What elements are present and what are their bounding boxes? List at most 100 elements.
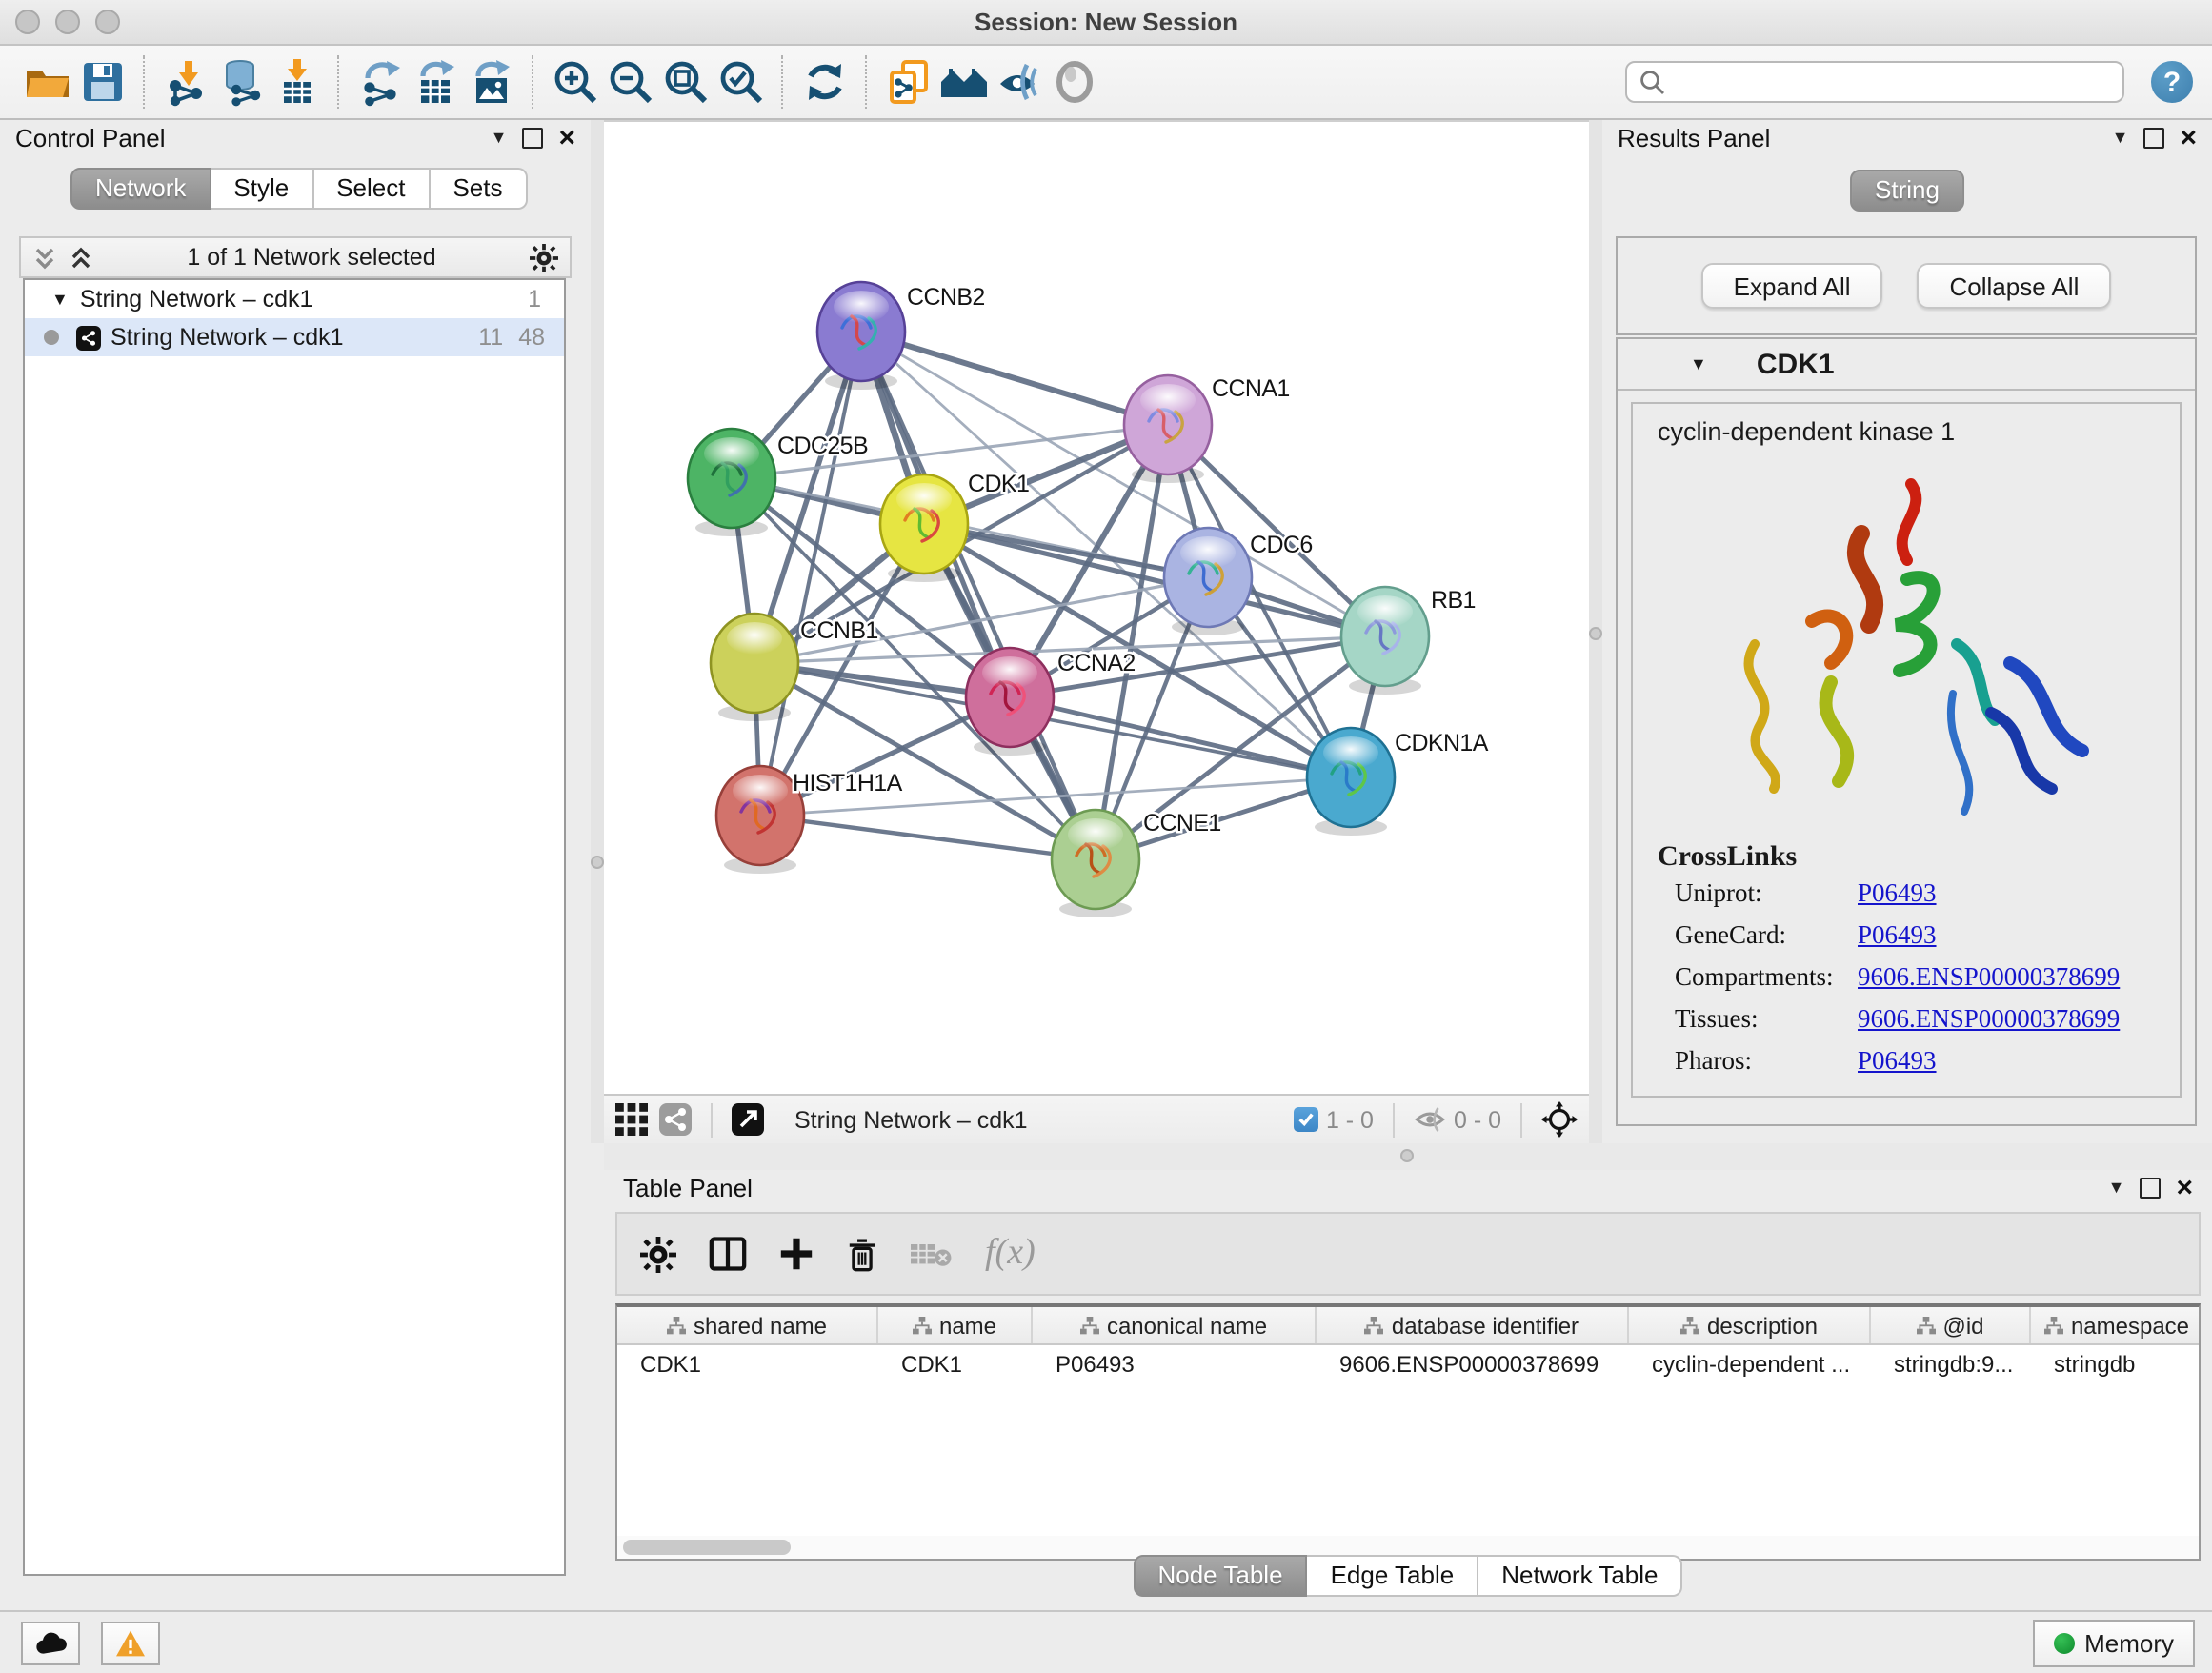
panel-menu-icon[interactable]: ▼	[2112, 128, 2129, 147]
network-collection-row[interactable]: ▼ String Network – cdk1 1	[25, 280, 564, 318]
search-box[interactable]	[1625, 61, 2124, 103]
splitter-handle[interactable]	[591, 856, 604, 869]
selected-checkbox-icon[interactable]	[1294, 1107, 1318, 1132]
close-panel-icon[interactable]: ×	[2180, 129, 2197, 146]
collapse-all-tree-icon[interactable]	[69, 245, 93, 270]
import-network-from-file-button[interactable]	[158, 53, 213, 111]
string-view-icon[interactable]	[659, 1103, 692, 1136]
export-table-icon	[411, 57, 460, 107]
crosslink-compartments[interactable]: 9606.ENSP00000378699	[1858, 962, 2120, 993]
left-splitter[interactable]	[591, 120, 604, 1143]
float-panel-icon[interactable]	[2140, 1177, 2161, 1198]
network-node-RB1[interactable]	[1341, 587, 1429, 695]
status-bar: Memory	[0, 1610, 2212, 1673]
crosslink-uniprot[interactable]: P06493	[1858, 878, 1937, 909]
tab-node-table[interactable]: Node Table	[1133, 1555, 1307, 1597]
column-header[interactable]: name	[878, 1307, 1033, 1343]
first-neighbors-button[interactable]	[935, 53, 991, 111]
tab-sets[interactable]: Sets	[430, 168, 527, 210]
panel-menu-icon[interactable]: ▼	[2108, 1178, 2125, 1197]
import-table-button[interactable]	[269, 53, 324, 111]
table-row[interactable]: CDK1 CDK1 P06493 9606.ENSP00000378699 cy…	[617, 1345, 2199, 1381]
save-session-button[interactable]	[74, 53, 130, 111]
delete-trash-icon[interactable]	[846, 1236, 878, 1272]
export-table-button[interactable]	[408, 53, 463, 111]
add-column-plus-icon[interactable]	[779, 1237, 814, 1271]
tab-network[interactable]: Network	[70, 168, 211, 210]
expand-all-tree-icon[interactable]	[32, 245, 57, 270]
float-panel-icon[interactable]	[2143, 127, 2164, 148]
toolbar-separator	[781, 55, 783, 109]
float-panel-icon[interactable]	[522, 127, 543, 148]
close-panel-icon[interactable]: ×	[2176, 1179, 2193, 1196]
network-node-CCNA1[interactable]	[1124, 375, 1212, 483]
network-edge-CCNB2-CCNA1[interactable]	[861, 332, 1168, 425]
disclosure-triangle-icon[interactable]: ▼	[51, 290, 69, 309]
open-session-button[interactable]	[19, 53, 74, 111]
horizontal-splitter[interactable]	[604, 1143, 2212, 1170]
show-all-button[interactable]	[1046, 53, 1101, 111]
memory-button[interactable]: Memory	[2033, 1619, 2195, 1666]
zoom-fit-button[interactable]	[657, 53, 713, 111]
column-header[interactable]: shared name	[617, 1307, 878, 1343]
grid-mode-icon[interactable]	[615, 1103, 648, 1136]
search-input[interactable]	[1665, 67, 2111, 97]
tab-network-table[interactable]: Network Table	[1478, 1555, 1682, 1597]
column-header[interactable]: namespace	[2031, 1307, 2201, 1343]
export-network-button[interactable]	[352, 53, 408, 111]
tab-edge-table[interactable]: Edge Table	[1308, 1555, 1479, 1597]
selected-counter: 1 - 0	[1294, 1106, 1374, 1133]
warnings-button[interactable]	[101, 1621, 160, 1664]
crosslink-tissues[interactable]: 9606.ENSP00000378699	[1858, 1004, 2120, 1035]
network-node-CDC25B[interactable]	[688, 429, 775, 536]
zoom-selected-button[interactable]	[713, 53, 768, 111]
gear-icon[interactable]	[530, 243, 558, 272]
network-node-CDKN1A[interactable]	[1307, 728, 1395, 836]
splitter-handle[interactable]	[1400, 1149, 1414, 1162]
column-header[interactable]: canonical name	[1033, 1307, 1317, 1343]
network-row-selected[interactable]: String Network – cdk1 11 48	[25, 318, 564, 356]
tab-string[interactable]: String	[1850, 170, 1964, 212]
eye-slash-icon	[994, 57, 1043, 107]
cloud-status-button[interactable]	[21, 1621, 80, 1664]
pan-crosshair-icon[interactable]	[1541, 1101, 1578, 1138]
zoom-fit-icon	[660, 57, 710, 107]
apply-layout-button[interactable]	[796, 53, 852, 111]
network-node-CCNB2[interactable]	[817, 282, 905, 390]
expand-all-button[interactable]: Expand All	[1701, 263, 1883, 309]
birdseye-view-icon[interactable]	[732, 1103, 764, 1136]
network-node-CCNE1[interactable]	[1052, 810, 1139, 917]
export-image-icon	[466, 57, 515, 107]
show-columns-icon[interactable]	[709, 1237, 747, 1271]
entry-disclosure-icon[interactable]: ▼	[1690, 354, 1707, 373]
network-canvas[interactable]: CCNB2CCNA1CDC25BCDK1CDC6RB1CCNB1CCNA2CDK…	[604, 120, 1589, 1094]
crosslink-pharos[interactable]: P06493	[1858, 1046, 1937, 1077]
crosslink-genecard[interactable]: P06493	[1858, 920, 1937, 951]
scrollbar-thumb[interactable]	[623, 1540, 791, 1555]
tab-style[interactable]: Style	[211, 168, 313, 210]
clone-network-button[interactable]	[880, 53, 935, 111]
tab-select[interactable]: Select	[313, 168, 430, 210]
network-edge-CDK1-RB1[interactable]	[924, 524, 1385, 636]
table-options-gear-icon[interactable]	[640, 1236, 676, 1272]
network-edge-CCNB2-HIST1H1A[interactable]	[760, 332, 861, 816]
column-header[interactable]: @id	[1871, 1307, 2031, 1343]
splitter-handle[interactable]	[1589, 627, 1602, 640]
network-node-HIST1H1A[interactable]	[716, 766, 804, 874]
node-label-CDC6: CDC6	[1250, 532, 1313, 558]
close-panel-icon[interactable]: ×	[558, 129, 575, 146]
export-image-button[interactable]	[463, 53, 518, 111]
right-splitter[interactable]	[1589, 120, 1602, 1143]
import-network-from-database-button[interactable]	[213, 53, 269, 111]
hide-selected-button[interactable]	[991, 53, 1046, 111]
collapse-all-button[interactable]: Collapse All	[1918, 263, 2112, 309]
zoom-in-button[interactable]	[547, 53, 602, 111]
help-button[interactable]: ?	[2151, 61, 2193, 103]
node-label-CDKN1A: CDKN1A	[1395, 730, 1489, 756]
hidden-counter: 0 - 0	[1414, 1105, 1501, 1134]
column-header[interactable]: description	[1629, 1307, 1871, 1343]
zoom-out-button[interactable]	[602, 53, 657, 111]
network-edge-HIST1H1A-CCNE1[interactable]	[760, 816, 1096, 859]
panel-menu-icon[interactable]: ▼	[491, 128, 508, 147]
column-header[interactable]: database identifier	[1317, 1307, 1629, 1343]
